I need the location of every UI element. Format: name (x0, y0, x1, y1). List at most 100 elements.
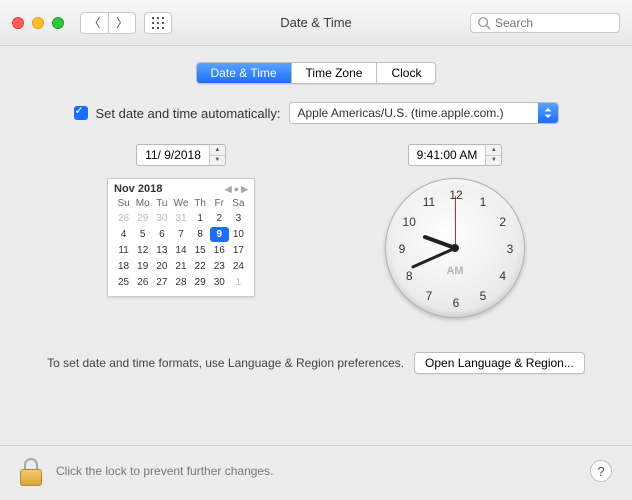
close-icon[interactable] (12, 17, 24, 29)
clock-number: 5 (480, 289, 487, 303)
minimize-icon[interactable] (32, 17, 44, 29)
calendar-dow: Fr (210, 197, 229, 210)
calendar-day[interactable]: 25 (114, 275, 133, 290)
calendar-day[interactable]: 11 (114, 243, 133, 258)
auto-label: Set date and time automatically: (96, 106, 281, 121)
calendar-day[interactable]: 29 (133, 211, 152, 226)
calendar-day[interactable]: 22 (191, 259, 210, 274)
calendar-day[interactable]: 30 (210, 275, 229, 290)
time-value: 9:41:00 AM (409, 145, 486, 165)
time-server-select[interactable]: Apple Americas/U.S. (time.apple.com.) (289, 102, 559, 124)
show-all-button[interactable] (144, 12, 172, 34)
titlebar: 〈 〉 Date & Time (0, 0, 632, 46)
clock-number: 11 (423, 195, 435, 209)
formats-hint: To set date and time formats, use Langua… (47, 356, 404, 370)
calendar-day[interactable]: 19 (133, 259, 152, 274)
calendar-day[interactable]: 30 (152, 211, 171, 226)
stepper-down-icon[interactable]: ▼ (486, 156, 501, 166)
calendar-day[interactable]: 4 (114, 227, 133, 242)
back-button[interactable]: 〈 (80, 12, 108, 34)
calendar-day[interactable]: 16 (210, 243, 229, 258)
second-hand (455, 196, 456, 248)
calendar-day[interactable]: 5 (133, 227, 152, 242)
clock-ampm: AM (446, 265, 463, 277)
calendar-day[interactable]: 27 (152, 275, 171, 290)
time-field[interactable]: 9:41:00 AM ▲▼ (408, 144, 503, 166)
clock-number: 1 (480, 195, 487, 209)
cal-prev-icon[interactable]: ◀ (225, 184, 232, 195)
calendar-month: Nov 2018 (114, 183, 162, 195)
clock-number: 2 (499, 215, 506, 229)
zoom-icon[interactable] (52, 17, 64, 29)
clock-number: 4 (499, 269, 506, 283)
calendar-day[interactable]: 31 (171, 211, 190, 226)
stepper-up-icon[interactable]: ▲ (486, 145, 501, 156)
calendar-day[interactable]: 9 (210, 227, 229, 242)
calendar-day[interactable]: 18 (114, 259, 133, 274)
calendar-dow: We (171, 197, 190, 210)
calendar-day[interactable]: 10 (229, 227, 248, 242)
calendar-day[interactable]: 14 (171, 243, 190, 258)
window-controls (12, 17, 64, 29)
clock-number: 8 (406, 269, 413, 283)
search-field[interactable] (470, 13, 620, 33)
calendar-nav: ◀ ● ▶ (225, 184, 248, 195)
calendar-day[interactable]: 3 (229, 211, 248, 226)
stepper-up-icon[interactable]: ▲ (210, 145, 225, 156)
calendar[interactable]: Nov 2018 ◀ ● ▶ SuMoTuWeThFrSa28293031123… (107, 178, 255, 297)
calendar-day[interactable]: 21 (171, 259, 190, 274)
calendar-dow: Mo (133, 197, 152, 210)
clock-number: 12 (449, 188, 462, 202)
help-button[interactable]: ? (590, 460, 612, 482)
date-stepper[interactable]: ▲▼ (209, 145, 225, 165)
tab-clock[interactable]: Clock (377, 63, 435, 83)
calendar-dow: Th (191, 197, 210, 210)
time-stepper[interactable]: ▲▼ (485, 145, 501, 165)
clock-number: 7 (426, 289, 433, 303)
date-field[interactable]: 11/ 9/2018 ▲▼ (136, 144, 226, 166)
lock-hint: Click the lock to prevent further change… (56, 464, 273, 478)
open-language-region-button[interactable]: Open Language & Region... (414, 352, 585, 374)
calendar-day[interactable]: 7 (171, 227, 190, 242)
clock-number: 9 (399, 242, 406, 256)
calendar-dow: Tu (152, 197, 171, 210)
lock-body-icon (20, 469, 42, 486)
calendar-day[interactable]: 1 (229, 275, 248, 290)
calendar-day[interactable]: 28 (171, 275, 190, 290)
calendar-day[interactable]: 13 (152, 243, 171, 258)
calendar-day[interactable]: 26 (133, 275, 152, 290)
tab-date-time[interactable]: Date & Time (197, 63, 292, 83)
calendar-day[interactable]: 8 (191, 227, 210, 242)
calendar-day[interactable]: 2 (210, 211, 229, 226)
calendar-day[interactable]: 12 (133, 243, 152, 258)
cal-today-icon[interactable]: ● (234, 184, 239, 195)
calendar-day[interactable]: 1 (191, 211, 210, 226)
calendar-day[interactable]: 15 (191, 243, 210, 258)
search-input[interactable] (495, 16, 605, 30)
lock-button[interactable] (20, 456, 46, 486)
calendar-day[interactable]: 28 (114, 211, 133, 226)
tab-bar: Date & Time Time Zone Clock (22, 62, 610, 84)
clock-number: 3 (507, 242, 514, 256)
formats-row: To set date and time formats, use Langua… (22, 352, 610, 374)
time-server-value: Apple Americas/U.S. (time.apple.com.) (290, 106, 538, 120)
calendar-day[interactable]: 29 (191, 275, 210, 290)
clock-number: 10 (403, 215, 416, 229)
calendar-day[interactable]: 6 (152, 227, 171, 242)
stepper-down-icon[interactable]: ▼ (210, 156, 225, 166)
calendar-dow: Su (114, 197, 133, 210)
forward-button[interactable]: 〉 (108, 12, 136, 34)
calendar-day[interactable]: 23 (210, 259, 229, 274)
footer: Click the lock to prevent further change… (0, 445, 632, 500)
tab-time-zone[interactable]: Time Zone (292, 63, 378, 83)
analog-clock[interactable]: AM 121234567891011 (385, 178, 525, 318)
auto-checkbox[interactable] (74, 106, 88, 120)
calendar-dow: Sa (229, 197, 248, 210)
auto-date-row: Set date and time automatically: Apple A… (22, 102, 610, 124)
calendar-day[interactable]: 17 (229, 243, 248, 258)
clock-pin (451, 244, 459, 252)
calendar-day[interactable]: 24 (229, 259, 248, 274)
calendar-day[interactable]: 20 (152, 259, 171, 274)
cal-next-icon[interactable]: ▶ (241, 184, 248, 195)
clock-number: 6 (453, 296, 460, 310)
